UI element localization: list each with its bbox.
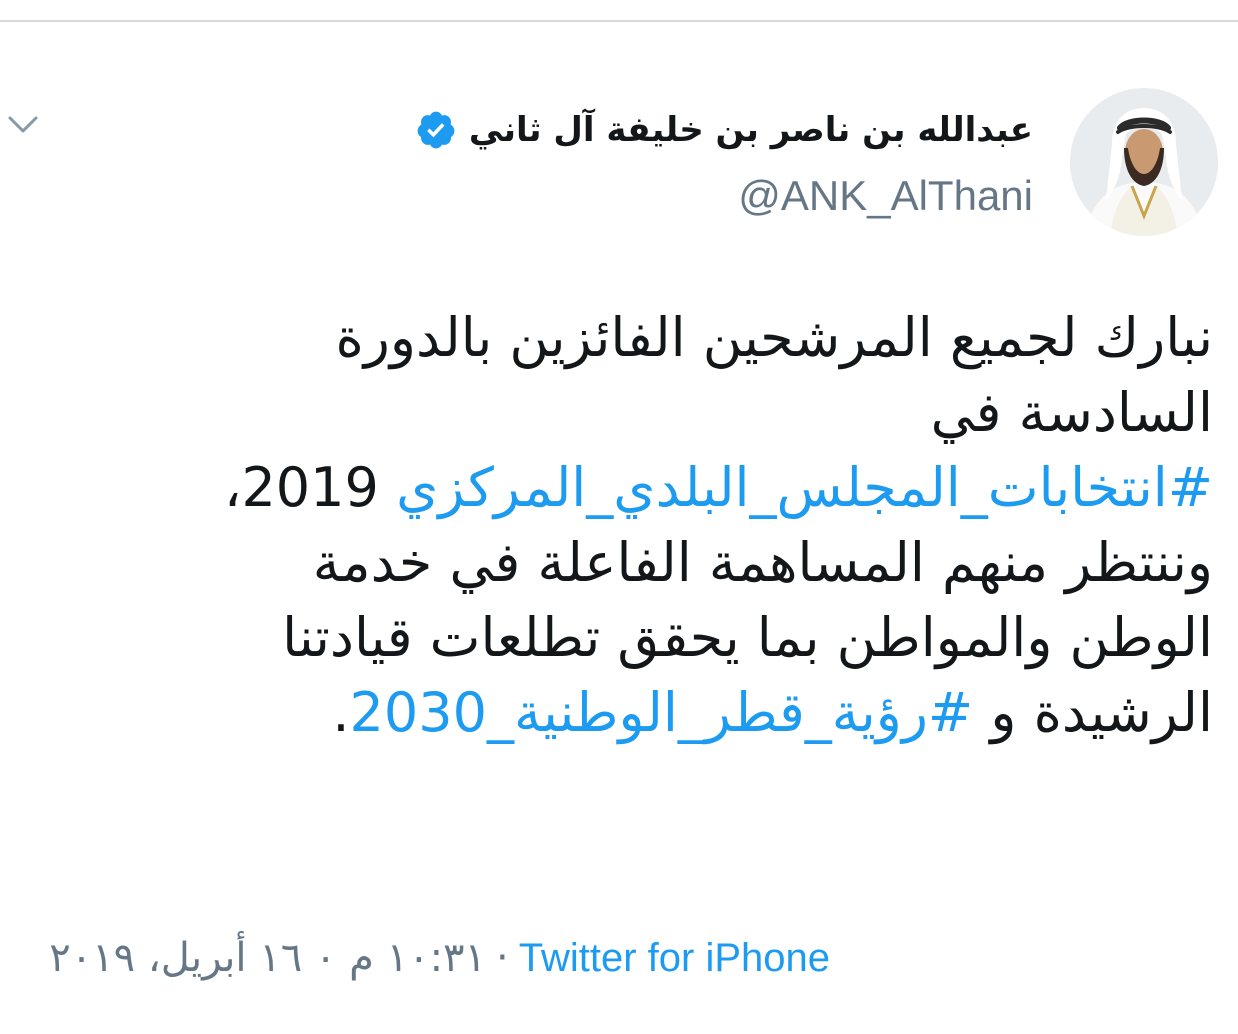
tweet-line-6-suffix: . [332, 681, 350, 744]
display-name[interactable]: عبدالله بن ناصر بن خليفة آل ثاني [469, 110, 1033, 150]
tweet-line-6-prefix: الرشيدة و [973, 681, 1213, 744]
tweet-text: نبارك لجميع المرشحين الفائزين بالدورة ال… [93, 300, 1213, 750]
tweet-line-1: نبارك لجميع المرشحين الفائزين بالدورة [335, 306, 1213, 369]
tweet-line-2: السادسة في [930, 381, 1213, 444]
tweet-line-6: الرشيدة و #رؤية_قطر_الوطنية_2030. [93, 675, 1213, 750]
tweet-source-link[interactable]: Twitter for iPhone [519, 936, 830, 981]
tweet-line-5: الوطن والمواطن بما يحقق تطلعات قيادتنا [282, 606, 1213, 669]
top-divider [0, 20, 1238, 22]
tweet-metadata: ١٠:٣١ م ٠ ١٦ أبريل، ٢٠١٩ · Twitter for i… [0, 930, 830, 986]
tweet-year-text: 2019، [224, 456, 397, 519]
author-name-row: عبدالله بن ناصر بن خليفة آل ثاني [415, 100, 1033, 160]
author-handle[interactable]: @ANK_AlThani [738, 172, 1033, 220]
avatar-photo [1070, 88, 1218, 236]
hashtag-link[interactable]: #رؤية_قطر_الوطنية_2030 [350, 681, 974, 744]
tweet-line-3: #انتخابات_المجلس_البلدي_المركزي 2019، [93, 450, 1213, 525]
verified-badge-icon [417, 111, 455, 149]
chevron-down-icon[interactable] [6, 110, 40, 138]
metadata-separator: · [496, 935, 509, 981]
avatar[interactable] [1070, 88, 1218, 236]
hashtag-link[interactable]: #انتخابات_المجلس_البلدي_المركزي [396, 456, 1213, 519]
tweet-line-4: وننتظر منهم المساهمة الفاعلة في خدمة [312, 531, 1213, 594]
tweet-timestamp[interactable]: ١٠:٣١ م ٠ ١٦ أبريل، ٢٠١٩ [49, 935, 486, 981]
